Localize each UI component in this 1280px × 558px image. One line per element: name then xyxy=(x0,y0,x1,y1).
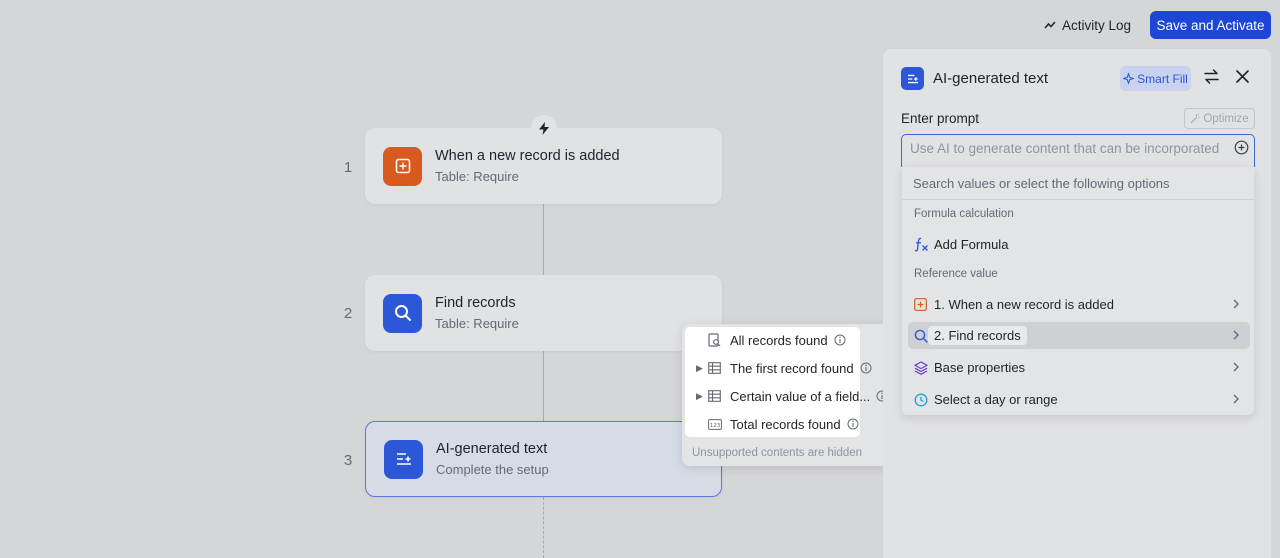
add-formula-label: Add Formula xyxy=(934,237,1009,252)
group-reference-label: Reference value xyxy=(914,268,998,280)
chevron-right-icon xyxy=(1232,393,1240,408)
lightning-icon xyxy=(531,115,557,141)
records-search-icon xyxy=(708,333,730,347)
close-icon[interactable] xyxy=(1234,68,1251,88)
reference-item-trigger[interactable]: 1. When a new record is added xyxy=(908,291,1250,318)
reference-item-date-range[interactable]: Select a day or range xyxy=(908,386,1250,413)
sparkle-icon xyxy=(1123,73,1135,84)
add-reference-icon[interactable] xyxy=(1234,140,1249,158)
ai-text-icon xyxy=(384,439,423,479)
table-icon xyxy=(708,362,730,374)
table-icon xyxy=(708,390,730,402)
chevron-right-icon xyxy=(1232,361,1240,376)
reference-item-label: Base properties xyxy=(934,360,1026,375)
reference-item-label: 1. When a new record is added xyxy=(934,297,1114,312)
submenu-item-total-records[interactable]: 123 Total records found xyxy=(696,411,859,437)
step-number: 2 xyxy=(343,305,353,322)
submenu-item-label: Total records found xyxy=(730,416,841,432)
reference-item-find-records[interactable]: 2. Find records xyxy=(908,322,1250,349)
add-formula-item[interactable]: Add Formula xyxy=(908,231,1250,258)
optimize-label: Optimize xyxy=(1203,112,1249,125)
node-title: AI-generated text xyxy=(436,441,548,457)
step-number: 3 xyxy=(343,452,353,469)
number-icon: 123 xyxy=(708,418,730,430)
step-number: 1 xyxy=(343,159,353,176)
search-icon xyxy=(383,293,422,333)
add-record-icon xyxy=(914,298,934,311)
value-picker-dropdown: Search values or select the following op… xyxy=(902,167,1254,415)
svg-text:123: 123 xyxy=(710,422,721,428)
info-icon[interactable] xyxy=(847,418,859,430)
chevron-right-icon xyxy=(1232,298,1240,313)
expand-caret-icon[interactable]: ▶ xyxy=(696,391,708,402)
info-icon[interactable] xyxy=(834,334,846,346)
ai-text-icon xyxy=(901,67,924,90)
optimize-button[interactable]: Optimize xyxy=(1184,108,1255,129)
chevron-right-icon xyxy=(1232,329,1240,344)
clock-icon xyxy=(914,393,934,407)
group-formula-label: Formula calculation xyxy=(914,208,1014,220)
node-subtitle: Table: Require xyxy=(435,169,519,184)
save-and-activate-button[interactable]: Save and Activate xyxy=(1150,11,1271,39)
reference-item-base-properties[interactable]: Base properties xyxy=(908,354,1250,381)
connector-dashed-line xyxy=(543,497,544,558)
layers-icon xyxy=(914,360,934,375)
smart-fill-label: Smart Fill xyxy=(1137,71,1188,86)
activity-log-button[interactable]: Activity Log xyxy=(1044,11,1131,39)
submenu-item-first-record[interactable]: ▶ The first record found xyxy=(696,355,872,381)
connector-line xyxy=(543,204,544,275)
info-icon[interactable] xyxy=(860,362,872,374)
smart-fill-button[interactable]: Smart Fill xyxy=(1120,66,1191,91)
swap-icon[interactable] xyxy=(1203,68,1220,88)
dropdown-search-input[interactable]: Search values or select the following op… xyxy=(902,167,1254,200)
formula-icon xyxy=(914,237,934,252)
prompt-label: Enter prompt xyxy=(901,111,980,126)
node-title: When a new record is added xyxy=(435,148,620,164)
node-title: Find records xyxy=(435,295,516,311)
submenu-item-all-records[interactable]: All records found xyxy=(696,327,846,353)
trend-icon xyxy=(1044,21,1056,29)
add-record-icon xyxy=(383,146,422,186)
submenu-item-label: The first record found xyxy=(730,360,854,376)
activity-log-label: Activity Log xyxy=(1062,17,1132,33)
connector-line xyxy=(543,350,544,421)
workflow-node-ai-text[interactable]: AI-generated text Complete the setup xyxy=(365,421,722,497)
reference-item-label: Select a day or range xyxy=(934,392,1058,407)
reference-item-label: 2. Find records xyxy=(928,326,1027,345)
wand-icon xyxy=(1190,113,1200,123)
submenu-item-label: Certain value of a field... xyxy=(730,388,871,404)
find-records-submenu: All records found ▶ The first record fou… xyxy=(682,324,902,466)
panel-title: AI-generated text xyxy=(933,70,1049,87)
expand-caret-icon[interactable]: ▶ xyxy=(696,363,708,374)
workflow-node-find-records[interactable]: Find records Table: Require xyxy=(365,275,722,351)
prompt-input[interactable]: Use AI to generate content that can be i… xyxy=(901,134,1255,167)
node-subtitle: Table: Require xyxy=(435,316,519,331)
node-subtitle: Complete the setup xyxy=(436,462,549,477)
submenu-hint: Unsupported contents are hidden xyxy=(692,447,863,459)
submenu-item-label: All records found xyxy=(730,332,828,348)
submenu-item-field-value[interactable]: ▶ Certain value of a field... xyxy=(696,383,888,409)
